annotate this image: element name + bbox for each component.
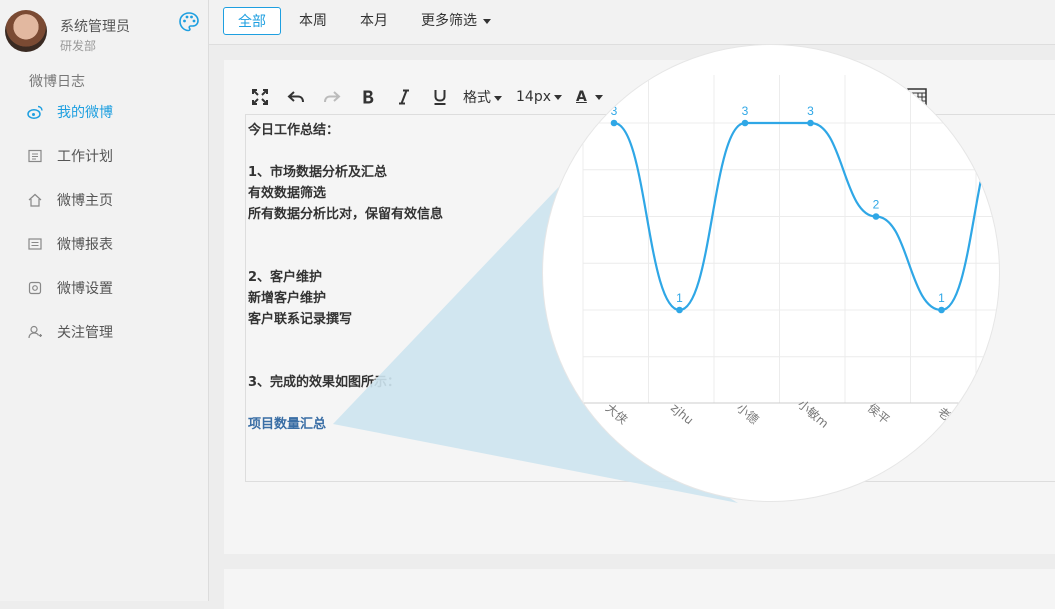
data-point[interactable] — [872, 213, 880, 220]
data-point[interactable] — [938, 306, 945, 314]
data-point[interactable] — [807, 119, 814, 127]
x-tick-label: 大侠 — [603, 401, 630, 427]
x-tick-label: 小敏m — [795, 396, 832, 430]
data-point[interactable] — [741, 119, 749, 127]
zoom-lens: 3 1 3 3 2 1 大侠 zjhu 小德 小敏m 侯平 老 — [543, 45, 999, 501]
data-label: 3 — [611, 104, 618, 118]
data-label: 1 — [676, 291, 683, 305]
x-tick-label: 侯平 — [865, 401, 892, 427]
x-tick-label: 小德 — [734, 400, 762, 427]
x-tick-label: zjhu — [668, 401, 696, 428]
x-tick-label: 老 — [935, 405, 953, 423]
data-point[interactable] — [676, 306, 683, 314]
data-label: 3 — [742, 104, 749, 118]
data-point[interactable] — [610, 119, 618, 127]
data-label: 1 — [938, 291, 945, 305]
data-label: 3 — [807, 104, 814, 118]
data-label: 2 — [873, 198, 880, 212]
line-chart: 3 1 3 3 2 1 大侠 zjhu 小德 小敏m 侯平 老 — [582, 75, 999, 431]
